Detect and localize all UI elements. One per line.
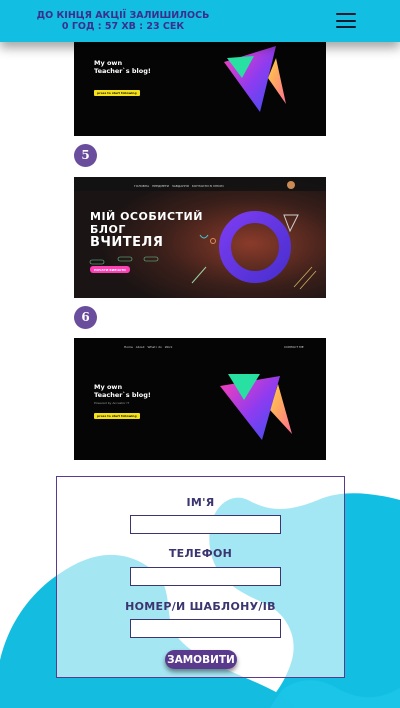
preview-nav-item: What i do [147, 345, 162, 349]
preview-nav-contact: CONTACT ME [284, 345, 304, 349]
countdown-timer: 0 ГОД : 57 ХВ : 23 СЕК [61, 21, 185, 32]
name-field[interactable] [130, 515, 281, 534]
preview-title-line: Teacher`s blog! [94, 391, 151, 399]
preview-cta: press to start following [94, 90, 140, 96]
order-form: ІМ'Я ТЕЛЕФОН НОМЕР/И ШАБЛОНУ/ІВ ЗАМОВИТИ [56, 476, 345, 678]
template-number-label: НОМЕР/И ШАБЛОНУ/ІВ [125, 600, 276, 613]
preview-title-line: Teacher`s blog! [94, 67, 151, 75]
promo-header: ДО КІНЦЯ АКЦІЇ ЗАЛИШИЛОСЬ 0 ГОД : 57 ХВ … [0, 0, 400, 42]
template-preview-6[interactable]: Home About What i do Work CONTACT ME My … [74, 338, 326, 460]
template-number-badge: 5 [74, 144, 97, 167]
template-number-badge: 6 [74, 306, 97, 329]
preview-cta: press to start following [94, 413, 140, 419]
preview-title-line: My own [94, 383, 123, 391]
preview-nav-item: ПРЕДМЕТИ [152, 184, 169, 188]
preview-subtitle: Powered by Ancestor IT [94, 401, 130, 405]
phone-label: ТЕЛЕФОН [168, 547, 233, 560]
preview-title-line: My own [94, 59, 123, 67]
countdown-text: ДО КІНЦЯ АКЦІЇ ЗАЛИШИЛОСЬ 0 ГОД : 57 ХВ … [18, 10, 228, 32]
template-number-field[interactable] [130, 619, 281, 638]
preview-title-line: МІЙ ОСОБИСТИЙ [90, 210, 203, 223]
name-label: ІМ'Я [186, 496, 215, 509]
template-preview-5[interactable]: ГОЛОВНА ПРЕДМЕТИ ЗАВДАННЯ КОНТАКТИ ЗІ МН… [74, 177, 326, 298]
phone-field[interactable] [130, 567, 281, 586]
preview-nav-item: About [135, 345, 145, 349]
promo-title: ДО КІНЦЯ АКЦІЇ ЗАЛИШИЛОСЬ [36, 10, 210, 21]
preview-cta: ПОЧАТИ ВИВЧАТИ [90, 266, 130, 273]
order-button[interactable]: ЗАМОВИТИ [165, 650, 237, 669]
preview-nav-item: ГОЛОВНА [134, 184, 150, 188]
preview-title-line: ВЧИТЕЛЯ [90, 235, 164, 250]
hamburger-menu-icon[interactable] [336, 13, 358, 29]
preview-nav-item: Home [124, 345, 133, 349]
preview-nav-item: Work [164, 345, 173, 349]
preview-nav-item: КОНТАКТИ ЗІ МНОЮ [191, 184, 224, 188]
preview-nav-item: ЗАВДАННЯ [171, 184, 189, 188]
preview-art [220, 374, 292, 440]
